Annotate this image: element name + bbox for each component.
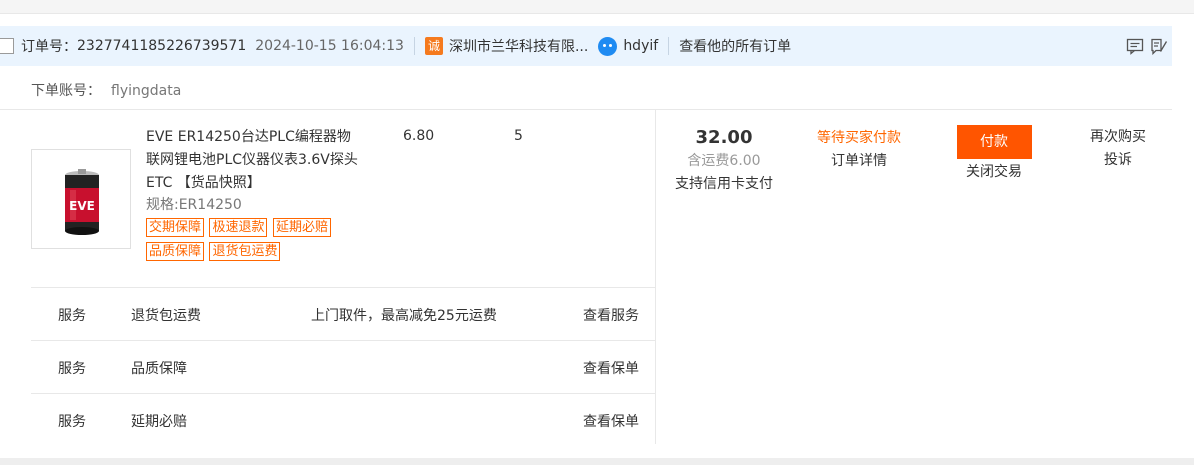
service-tags: 交期保障 极速退款 延期必赔 品质保障 退货包运费 (146, 218, 361, 266)
service-row: 服务 品质保障 查看保单 (31, 340, 656, 393)
order-checkbox[interactable] (0, 38, 14, 54)
view-policy-link[interactable]: 查看保单 (583, 358, 639, 378)
note-edit-icon[interactable] (1150, 37, 1168, 55)
order-header: 订单号： 2327741185226739571 2024-10-15 16:0… (0, 26, 1172, 66)
product-thumbnail[interactable]: EVE (31, 149, 131, 249)
pay-button[interactable]: 付款 (956, 125, 1032, 159)
service-name: 退货包运费 (131, 308, 201, 324)
section-divider (0, 109, 1172, 110)
view-all-orders-link[interactable]: 查看他的所有订单 (679, 36, 791, 56)
service-row: 服务 延期必赔 查看保单 (31, 393, 656, 446)
other-actions: 再次购买 投诉 (1074, 126, 1162, 172)
view-policy-link[interactable]: 查看保单 (583, 411, 639, 431)
divider (668, 37, 670, 55)
service-type: 服务 (58, 308, 86, 324)
tag-fast-refund[interactable]: 极速退款 (209, 218, 268, 237)
snapshot-link[interactable]: 【货品快照】 (177, 175, 261, 191)
product-spec: 规格:ER14250 (146, 197, 242, 213)
tag-return-shipping[interactable]: 退货包运费 (209, 242, 281, 261)
top-strip (0, 0, 1194, 14)
order-account: 下单账号： flyingdata (31, 80, 181, 100)
service-name: 品质保障 (131, 361, 187, 377)
product-title[interactable]: EVE ER14250台达PLC编程器物联网锂电池PLC仪器仪表3.6V探头ET… (146, 126, 361, 195)
buyer-name[interactable]: hdyif (623, 38, 658, 54)
unit-price: 6.80 (403, 128, 435, 144)
service-desc: 上门取件，最高减免25元运费 (311, 308, 497, 324)
battery-image: EVE (65, 169, 99, 235)
tag-delivery-guarantee[interactable]: 交期保障 (146, 218, 205, 237)
quantity: 5 (514, 128, 523, 144)
tag-quality-guarantee[interactable]: 品质保障 (146, 242, 205, 261)
battery-brand-text: EVE (69, 199, 95, 213)
credit-card-support: 支持信用卡支付 (675, 176, 773, 192)
shipping-fee: 含运费6.00 (687, 153, 761, 169)
order-time: 2024-10-15 16:04:13 (255, 38, 404, 54)
message-icon[interactable] (1126, 37, 1144, 55)
account-label: 下单账号： (31, 83, 101, 99)
shop-badge-icon: 诚 (424, 37, 443, 55)
order-total: 32.00 含运费6.00 支持信用卡支付 (660, 127, 788, 195)
service-row: 服务 退货包运费 上门取件，最高减免25元运费 查看服务 (31, 287, 656, 340)
shop-name-link[interactable]: 深圳市兰华科技有限... (449, 36, 588, 56)
payment-actions: 付款 关闭交易 (952, 125, 1036, 184)
tag-delay-compensation[interactable]: 延期必赔 (272, 218, 331, 237)
complain-link[interactable]: 投诉 (1074, 149, 1162, 172)
order-number: 2327741185226739571 (77, 38, 247, 54)
service-type: 服务 (58, 361, 86, 377)
order-number-label: 订单号： (21, 39, 77, 55)
account-value: flyingdata (111, 83, 182, 99)
rebuy-link[interactable]: 再次购买 (1074, 126, 1162, 149)
status-waiting: 等待买家付款 (817, 130, 901, 146)
service-type: 服务 (58, 414, 86, 430)
bottom-bar (0, 458, 1194, 465)
order-status: 等待买家付款 订单详情 (800, 127, 918, 173)
close-trade-link[interactable]: 关闭交易 (952, 160, 1036, 184)
chat-icon[interactable] (598, 36, 618, 56)
service-name: 延期必赔 (131, 414, 187, 430)
divider (413, 37, 415, 55)
order-detail-link[interactable]: 订单详情 (800, 150, 918, 173)
total-amount: 32.00 (695, 127, 753, 148)
view-service-link[interactable]: 查看服务 (583, 305, 639, 325)
